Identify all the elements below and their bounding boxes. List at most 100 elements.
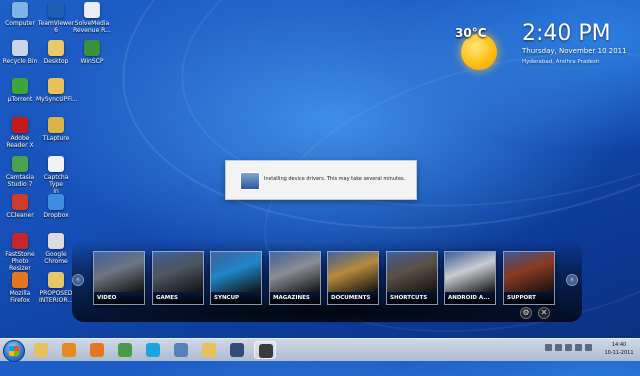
network-icon (174, 343, 188, 357)
desktop-icon-glyph (48, 194, 64, 210)
taskbar-button[interactable] (30, 341, 52, 359)
desktop-icon-glyph (48, 2, 64, 18)
desktop-icon-glyph (48, 117, 64, 133)
desktop-icon-label: PROPOSED INTERIOR... (38, 290, 74, 304)
taskbar-button[interactable] (170, 341, 192, 359)
desktop-icon-label: Google Chrome (44, 251, 68, 265)
media-player-icon (62, 343, 76, 357)
tool-icon (259, 344, 273, 358)
tile-label: ANDROID A... (445, 292, 495, 304)
desktop-icon-label: SolveMedia Revenue R... (73, 20, 111, 34)
tile-thumbnail (211, 252, 261, 292)
desktop-icon[interactable]: CCleaner (0, 194, 40, 219)
taskbar-time: 14:40 (611, 342, 627, 348)
desktop-icon[interactable]: PROPOSED INTERIOR... (36, 272, 76, 304)
desktop-icon-label: TeamViewer 6 (37, 20, 75, 34)
dock-reflection (90, 302, 560, 324)
desktop-icon-label: WinSCP (80, 58, 104, 65)
desktop-icon-glyph (12, 40, 28, 56)
taskbar-button[interactable] (226, 341, 248, 359)
desktop-icon-label: Desktop (43, 58, 69, 65)
dock-tile-android-a[interactable]: ANDROID A... (444, 251, 496, 305)
desktop-icon-label: Recycle Bin (2, 58, 38, 65)
taskbar-button[interactable] (254, 341, 276, 359)
taskbar-button[interactable] (114, 341, 136, 359)
tile-thumbnail (387, 252, 437, 292)
desktop-icon-label: Computer (5, 20, 35, 27)
clock-time-row: 2:40 PM (522, 22, 627, 46)
dock-tile-support[interactable]: SUPPORT (503, 251, 555, 305)
desktop-icon[interactable]: Captcha Type In (36, 156, 76, 195)
desktop-icon-glyph (48, 156, 64, 172)
tray-flag-icon[interactable] (555, 344, 562, 351)
desktop-icon[interactable]: WinSCP (72, 40, 112, 65)
desktop-icon-label: MySyncUPFi... (36, 96, 78, 103)
taskbar-button[interactable] (198, 341, 220, 359)
tray-network-icon[interactable] (565, 344, 572, 351)
desktop-icon-glyph (12, 194, 28, 210)
tile-thumbnail (153, 252, 203, 292)
clock-date: Thursday, November 10 2011 (522, 47, 627, 55)
desktop-icon[interactable]: Google Chrome (36, 233, 76, 265)
dock-close-icon[interactable]: ✕ (538, 307, 550, 319)
desktop-icon-glyph (12, 2, 28, 18)
tray-volume-icon[interactable] (575, 344, 582, 351)
tile-thumbnail (94, 252, 144, 292)
dock-next-arrow[interactable]: › (566, 274, 578, 286)
dock-tile-games[interactable]: GAMES (152, 251, 204, 305)
dock-prev-arrow[interactable]: ‹ (72, 274, 84, 286)
tray-battery-icon[interactable] (585, 344, 592, 351)
desktop-icon[interactable]: Recycle Bin (0, 40, 40, 65)
desktop-icon[interactable]: µTorrent (0, 78, 40, 103)
firefox-icon (90, 343, 104, 357)
tile-thumbnail (504, 252, 554, 292)
windows-logo-icon (9, 346, 19, 356)
desktop-icon-glyph (84, 2, 100, 18)
tile-label: SHORTCUTS (387, 292, 437, 304)
desktop-icon-glyph (12, 78, 28, 94)
dock-tile-documents[interactable]: DOCUMENTS (327, 251, 379, 305)
desktop-icon-glyph (12, 233, 28, 249)
dock-tile-magazines[interactable]: MAGAZINES (269, 251, 321, 305)
desktop-icon-label: µTorrent (7, 96, 33, 103)
taskbar-button[interactable] (58, 341, 80, 359)
desktop-icon-label: Dropbox (43, 212, 69, 219)
desktop-icon[interactable]: TLapture (36, 117, 76, 142)
desktop-icon-label: Captcha Type In (43, 174, 69, 195)
chrome-icon (118, 343, 132, 357)
taskbar-date: 10-11-2011 (604, 350, 634, 356)
desktop-icon[interactable]: SolveMedia Revenue R... (72, 2, 112, 34)
desktop-icon[interactable]: Adobe Reader X (0, 117, 40, 149)
mail-icon (230, 343, 244, 357)
desktop-icon[interactable]: MySyncUPFi... (36, 78, 78, 103)
clock-gadget[interactable]: 2:40 PM Thursday, November 10 2011 Hyder… (522, 22, 627, 66)
start-button[interactable] (3, 340, 25, 362)
taskbar-button[interactable] (142, 341, 164, 359)
clock-time: 2:40 (522, 21, 572, 46)
folder-icon (202, 343, 216, 357)
dock-settings-icon[interactable]: ⚙ (520, 307, 532, 319)
tray-arrow-icon[interactable] (545, 344, 552, 351)
weather-gadget[interactable]: 30°C (455, 26, 505, 76)
desktop-icon-label: Adobe Reader X (6, 135, 34, 149)
desktop-icon-glyph (48, 40, 64, 56)
desktop-icon-label: Camtasia Studio 7 (5, 174, 35, 188)
desktop-icon-glyph (12, 117, 28, 133)
desktop-icon[interactable]: Camtasia Studio 7 (0, 156, 40, 188)
desktop-icon[interactable]: TeamViewer 6 (36, 2, 76, 34)
desktop-icon-glyph (12, 156, 28, 172)
tile-label: SUPPORT (504, 292, 554, 304)
dock-tile-shortcuts[interactable]: SHORTCUTS (386, 251, 438, 305)
taskbar-clock[interactable]: 14:40 10-11-2011 (602, 341, 636, 357)
dock-tile-video[interactable]: VIDEO (93, 251, 145, 305)
desktop-icon[interactable]: Mozilla Firefox (0, 272, 40, 304)
desktop-icon[interactable]: Dropbox (36, 194, 76, 219)
taskbar-button[interactable] (86, 341, 108, 359)
skype-icon (146, 343, 160, 357)
desktop-icon[interactable]: Computer (0, 2, 40, 27)
tile-thumbnail (270, 252, 320, 292)
temperature: 30°C (455, 26, 487, 40)
dock-tile-syncup[interactable]: SYNCUP (210, 251, 262, 305)
desktop-icon[interactable]: FastStone Photo Resizer (0, 233, 40, 272)
desktop-icon[interactable]: Desktop (36, 40, 76, 65)
